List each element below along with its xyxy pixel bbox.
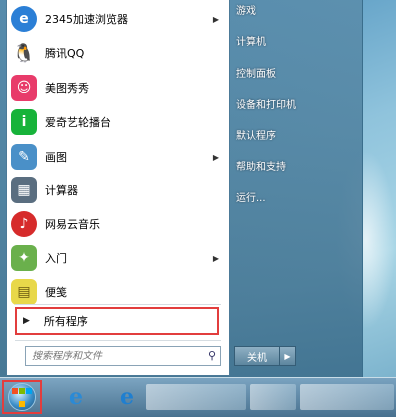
program-item-qq[interactable]: 🐧 腾讯QQ <box>9 38 227 68</box>
expand-arrow-icon: ▶ <box>23 316 30 326</box>
start-menu: e 2345加速浏览器 ▶ 🐧 腾讯QQ ☺ 美图秀秀 i 爱奇艺轮播台 ✎ 画… <box>0 0 363 377</box>
submenu-arrow-icon: ▶ <box>212 14 219 24</box>
search-icon[interactable]: ⚲ <box>208 349 216 362</box>
program-label: 腾讯QQ <box>45 47 85 60</box>
all-programs-button[interactable]: ▶ 所有程序 <box>15 307 219 335</box>
netease-music-icon: ♪ <box>11 211 37 237</box>
windows-logo-icon <box>8 383 36 411</box>
right-item-default-programs[interactable]: 默认程序 <box>236 127 276 142</box>
qq-penguin-icon: 🐧 <box>11 40 37 66</box>
program-label: 美图秀秀 <box>45 82 89 95</box>
program-label: 画图 <box>45 151 67 164</box>
start-search-box[interactable]: ⚲ <box>25 346 221 366</box>
sticky-notes-icon: ▤ <box>11 279 37 305</box>
taskbar-window-button[interactable] <box>146 384 246 410</box>
program-item-2345-browser[interactable]: e 2345加速浏览器 ▶ <box>9 4 227 34</box>
right-item-run[interactable]: 运行... <box>236 189 266 204</box>
start-menu-programs-pane: e 2345加速浏览器 ▶ 🐧 腾讯QQ ☺ 美图秀秀 i 爱奇艺轮播台 ✎ 画… <box>6 0 230 376</box>
right-item-devices-printers[interactable]: 设备和打印机 <box>236 96 296 111</box>
getting-started-icon: ✦ <box>11 245 37 271</box>
shutdown-options-arrow-icon[interactable]: ▶ <box>280 346 296 366</box>
program-item-getting-started[interactable]: ✦ 入门 ▶ <box>9 243 227 273</box>
browser-2345-taskbar-icon: e <box>120 384 134 410</box>
taskbar-browser-button[interactable]: e <box>110 382 144 412</box>
right-item-control-panel[interactable]: 控制面板 <box>236 65 276 80</box>
taskbar-folder-button[interactable] <box>250 384 296 410</box>
program-item-sticky-notes[interactable]: ▤ 便笺 <box>9 277 227 307</box>
program-label: 入门 <box>45 252 67 265</box>
submenu-arrow-icon: ▶ <box>212 152 219 162</box>
program-label: 爱奇艺轮播台 <box>45 116 111 129</box>
calculator-icon: ▦ <box>11 177 37 203</box>
start-button[interactable] <box>2 380 42 414</box>
right-item-computer[interactable]: 计算机 <box>236 33 266 48</box>
program-item-iqiyi[interactable]: i 爱奇艺轮播台 <box>9 107 227 137</box>
right-item-games[interactable]: 游戏 <box>236 2 256 17</box>
program-label: 网易云音乐 <box>45 218 100 231</box>
browser-2345-icon: e <box>11 6 37 32</box>
program-label: 便笺 <box>45 286 67 299</box>
internet-explorer-icon: e <box>69 384 83 410</box>
program-item-calculator[interactable]: ▦ 计算器 <box>9 175 227 205</box>
program-item-meitu[interactable]: ☺ 美图秀秀 <box>9 73 227 103</box>
submenu-arrow-icon: ▶ <box>212 253 219 263</box>
taskbar-ie-button[interactable]: e <box>58 382 94 412</box>
search-input[interactable] <box>30 349 204 363</box>
taskbar: e e <box>0 377 396 417</box>
meitu-icon: ☺ <box>11 75 37 101</box>
taskbar-window-button[interactable] <box>300 384 394 410</box>
shutdown-group: 关机 ▶ <box>234 346 298 366</box>
iqiyi-icon: i <box>11 109 37 135</box>
shutdown-button[interactable]: 关机 <box>234 346 280 366</box>
program-item-paint[interactable]: ✎ 画图 ▶ <box>9 142 227 172</box>
menu-divider <box>15 304 221 305</box>
paint-palette-icon: ✎ <box>11 144 37 170</box>
all-programs-label: 所有程序 <box>43 315 88 328</box>
program-label: 2345加速浏览器 <box>45 13 128 26</box>
program-label: 计算器 <box>45 184 78 197</box>
program-item-netease-music[interactable]: ♪ 网易云音乐 <box>9 209 227 239</box>
right-item-help-support[interactable]: 帮助和支持 <box>236 158 286 173</box>
menu-divider <box>15 340 221 341</box>
